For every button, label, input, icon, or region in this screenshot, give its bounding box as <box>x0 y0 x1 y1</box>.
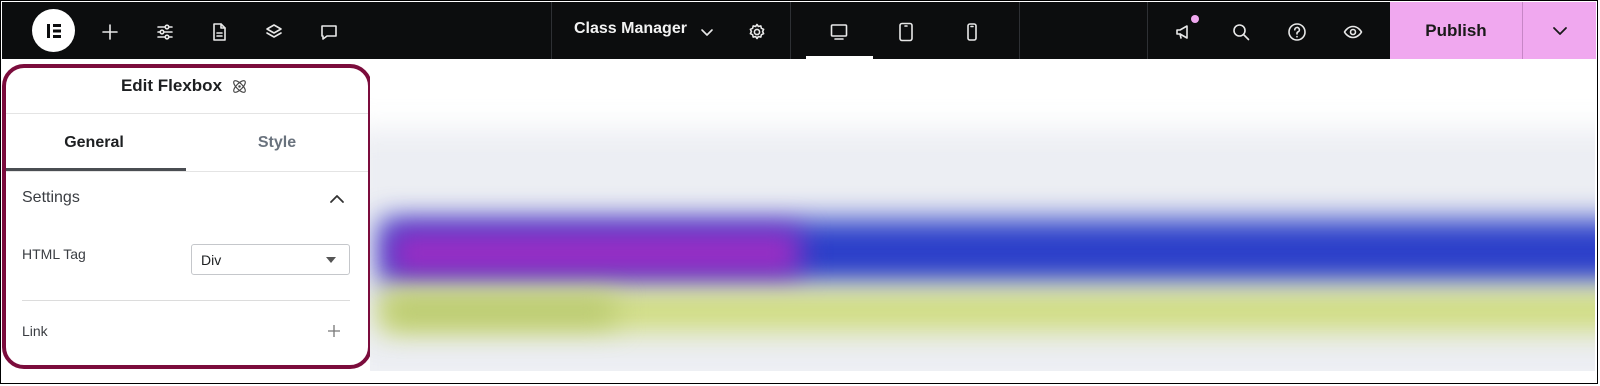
preview-canvas[interactable] <box>370 59 1595 371</box>
mobile-icon[interactable] <box>961 21 983 43</box>
sliders-icon[interactable] <box>154 21 176 43</box>
toolbar-separator <box>551 2 552 59</box>
tab-style[interactable]: Style <box>186 114 368 171</box>
chevron-down-icon <box>1552 26 1567 35</box>
plus-icon[interactable] <box>99 21 121 43</box>
elementor-logo-icon[interactable] <box>32 9 75 52</box>
publish-options-button[interactable] <box>1522 2 1596 59</box>
active-tab-indicator <box>2 168 186 171</box>
blurred-content-text <box>390 229 800 277</box>
divider <box>22 300 350 301</box>
link-label: Link <box>22 323 48 339</box>
panel-tabs: General Style <box>2 114 368 172</box>
add-link-plus-icon[interactable] <box>326 323 342 339</box>
chevron-down-icon[interactable] <box>696 21 718 43</box>
settings-section-toggle[interactable]: Settings <box>22 189 80 207</box>
editor-topbar: Class Manager Publish <box>2 2 1596 59</box>
search-icon[interactable] <box>1230 21 1252 43</box>
caret-down-icon <box>326 257 336 263</box>
publish-label: Publish <box>1425 20 1487 40</box>
publish-button[interactable]: Publish <box>1390 2 1522 59</box>
desktop-icon[interactable] <box>828 21 850 43</box>
toolbar-separator <box>1147 2 1148 59</box>
edit-panel: Edit Flexbox General Style Settings HTML… <box>2 59 368 370</box>
tab-label: General <box>64 133 124 151</box>
megaphone-icon[interactable] <box>1173 21 1195 43</box>
blurred-content-text <box>385 297 615 325</box>
page-icon[interactable] <box>208 21 230 43</box>
eye-icon[interactable] <box>1342 21 1364 43</box>
html-tag-label: HTML Tag <box>22 246 86 262</box>
toolbar-separator <box>1019 2 1020 59</box>
html-tag-select[interactable]: Div <box>191 244 350 275</box>
class-manager-button[interactable]: Class Manager <box>574 20 687 38</box>
class-manager-label: Class Manager <box>574 20 687 37</box>
tab-label: Style <box>257 133 297 151</box>
layers-icon[interactable] <box>263 21 285 43</box>
help-icon[interactable] <box>1286 21 1308 43</box>
toolbar-separator <box>790 2 791 59</box>
panel-title: Edit Flexbox <box>120 76 223 95</box>
tab-general[interactable]: General <box>2 114 186 171</box>
atom-icon <box>233 79 246 93</box>
tablet-icon[interactable] <box>895 21 917 43</box>
notification-dot <box>1191 15 1199 23</box>
html-tag-value: Div <box>201 251 222 268</box>
panel-header: Edit Flexbox <box>2 59 368 114</box>
chevron-up-icon[interactable] <box>328 190 346 208</box>
comment-icon[interactable] <box>318 21 340 43</box>
section-title: Settings <box>22 189 80 206</box>
gear-icon[interactable] <box>746 21 768 43</box>
